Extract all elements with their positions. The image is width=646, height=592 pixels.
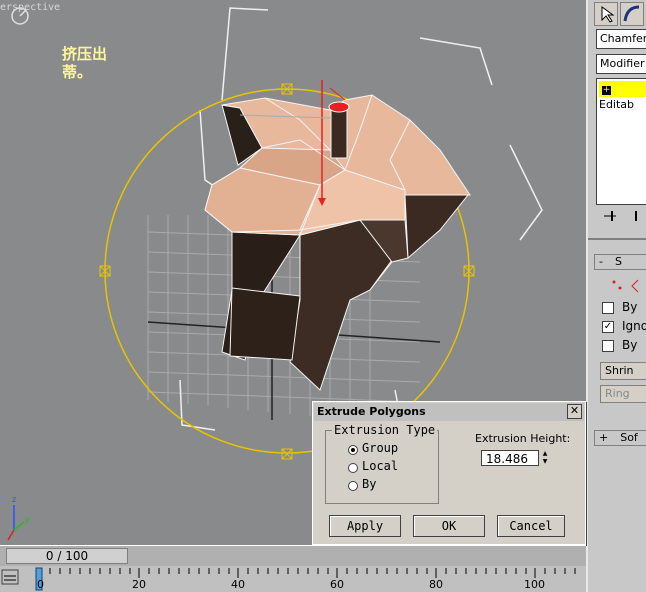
tick-label: 80 (429, 578, 443, 591)
ignore-backfacing-label: Igno (622, 319, 646, 333)
tick-label: 0 (37, 578, 44, 591)
frame-ruler[interactable] (30, 566, 586, 592)
modifier-stack[interactable]: + Editab (596, 78, 646, 205)
time-slider-thumb[interactable]: 0 / 100 (6, 548, 128, 564)
stack-item-editable[interactable]: + Editab (599, 81, 646, 111)
axis-tripod-icon: z y (7, 495, 30, 541)
group-title: Extrusion Type (332, 423, 438, 437)
local-radio-label: Local (362, 459, 399, 473)
cursor-icon (601, 6, 615, 23)
svg-text:z: z (12, 495, 16, 504)
ring-button[interactable]: Ring (600, 385, 646, 403)
expand-plus-icon[interactable]: + (602, 86, 611, 95)
track-bar[interactable]: 0 20 40 60 80 100 (0, 566, 586, 592)
pin-stack-icon[interactable] (602, 208, 642, 224)
by-angle-checkbox[interactable] (602, 340, 614, 352)
viewport-label[interactable]: erspective (0, 2, 60, 13)
close-icon[interactable]: ✕ (567, 404, 582, 419)
cancel-button[interactable]: Cancel (497, 515, 565, 537)
stem-extrusion[interactable] (330, 107, 348, 159)
divider (588, 238, 646, 240)
by-polygon-radio-label: By (362, 477, 377, 491)
modifier-list-dropdown[interactable]: Modifier Li (596, 54, 646, 74)
by-polygon-radio[interactable] (348, 481, 358, 491)
extrude-polygons-dialog: Extrude Polygons ✕ Extrusion Type Group … (312, 401, 586, 545)
track-view-icon[interactable] (0, 566, 24, 592)
by-angle-label: By (622, 338, 638, 352)
extrusion-height-input[interactable]: 18.486 (481, 450, 539, 466)
time-slider-bar[interactable]: 0 / 100 (0, 545, 586, 566)
extrusion-height-label: Extrusion Height: (475, 432, 571, 445)
stack-item-label: Editab (599, 98, 635, 111)
rollout-title: S (614, 255, 622, 268)
annotation-text: 挤压出 蒂。 (62, 45, 108, 81)
subobject-icons[interactable] (610, 276, 646, 294)
ok-button[interactable]: OK (413, 515, 485, 537)
stem-cap-selected[interactable] (328, 101, 350, 113)
group-radio-label: Group (362, 441, 399, 455)
create-tab[interactable] (594, 2, 618, 26)
tick-label: 20 (132, 578, 146, 591)
command-panel: ChamferC Modifier Li + Editab -S By ✓ Ign… (586, 0, 646, 592)
tick-label: 60 (330, 578, 344, 591)
by-vertex-label: By (622, 300, 638, 314)
svg-text:y: y (25, 515, 30, 524)
apply-button[interactable]: Apply (329, 515, 401, 537)
rollout-title: Sof (620, 431, 638, 444)
soft-selection-rollout[interactable]: + Sof (594, 430, 646, 446)
group-radio[interactable] (348, 445, 358, 455)
local-radio[interactable] (348, 463, 358, 473)
tick-label: 40 (231, 578, 245, 591)
ignore-backfacing-checkbox[interactable]: ✓ (602, 321, 614, 333)
modify-tab[interactable] (620, 2, 644, 26)
spinner-arrows-icon[interactable]: ▲ ▼ (541, 450, 549, 466)
object-name-field[interactable]: ChamferC (596, 29, 646, 49)
extrusion-type-group: Extrusion Type Group Local By (325, 423, 439, 504)
modify-icon (623, 5, 640, 22)
selection-rollout[interactable]: -S (594, 254, 646, 270)
tick-label: 100 (524, 578, 545, 591)
shrink-button[interactable]: Shrin (600, 362, 646, 380)
dialog-title: Extrude Polygons (314, 403, 584, 421)
by-vertex-checkbox[interactable] (602, 302, 614, 314)
